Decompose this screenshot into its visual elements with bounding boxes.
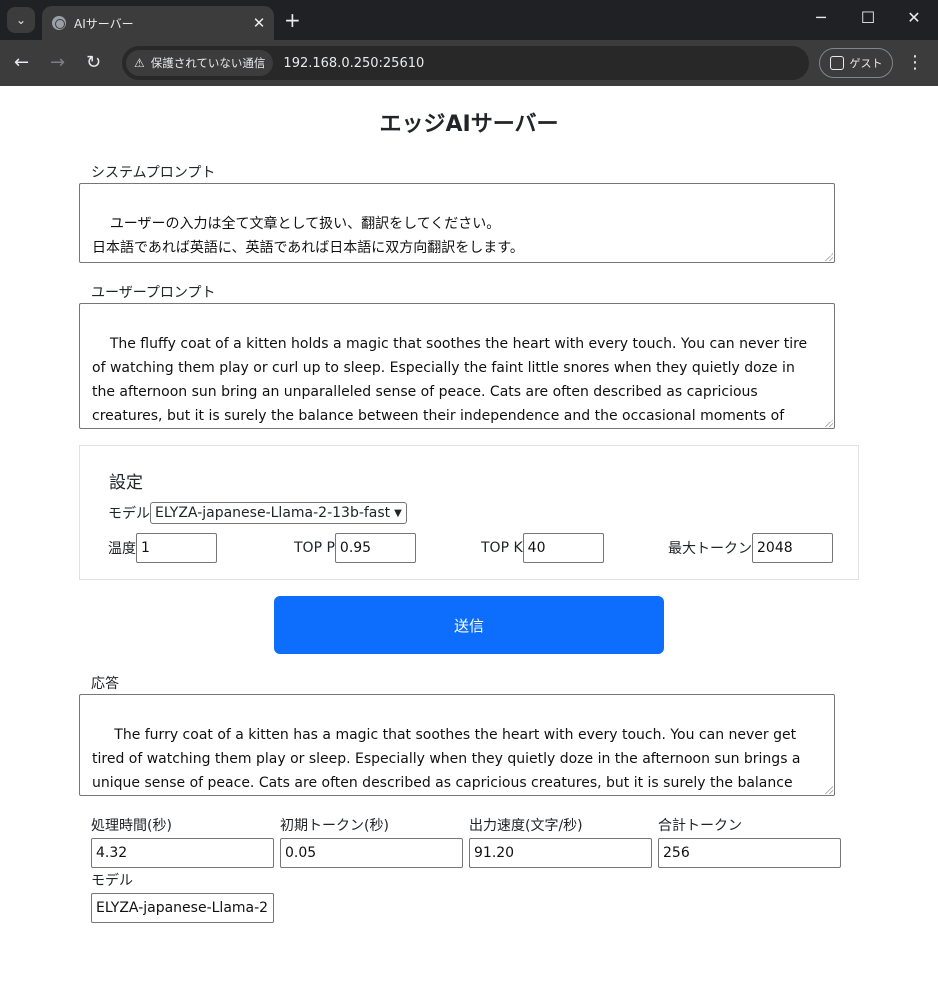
person-icon <box>829 56 844 70</box>
forward-arrow-icon[interactable]: → <box>50 52 65 73</box>
close-window-button[interactable]: ✕ <box>891 8 937 27</box>
max-tokens-input[interactable]: 2048 <box>752 533 833 563</box>
resize-handle-icon[interactable] <box>825 253 833 261</box>
max-tokens-label: 最大トークン <box>668 541 752 557</box>
output-speed-input[interactable]: 91.20 <box>469 838 652 868</box>
user-prompt-textarea[interactable]: The fluffy coat of a kitten holds a magi… <box>79 303 835 429</box>
model-stat-label: モデル <box>91 873 133 889</box>
chevron-down-icon: ▼ <box>394 507 402 519</box>
response-textarea[interactable]: The furry coat of a kitten has a magic t… <box>79 694 835 796</box>
security-label: 保護されていない通信 <box>150 56 266 70</box>
user-prompt-label: ユーザープロンプト <box>91 285 216 301</box>
page-title: エッジAIサーバー <box>379 112 559 137</box>
guest-label: ゲスト <box>849 57 883 70</box>
top-p-label: TOP P <box>294 540 335 556</box>
temperature-input[interactable]: 1 <box>136 533 217 563</box>
security-chip[interactable]: ⚠ 保護されていない通信 <box>126 50 274 76</box>
initial-token-stat: 初期トークン(秒) 0.05 <box>280 815 463 868</box>
tab-search-button[interactable]: ⌄ <box>7 7 35 33</box>
model-field: モデル ELYZA-japanese-Llama-2-13b-fast ▼ <box>108 502 407 524</box>
page-content: エッジAIサーバー システムプロンプト ユーザーの入力は全て文章として扱い、翻訳… <box>0 86 938 1000</box>
guest-profile-button[interactable]: ゲスト <box>819 48 893 78</box>
model-stat: モデル ELYZA-japanese-Llama-2 <box>91 870 274 923</box>
resize-handle-icon[interactable] <box>825 419 833 427</box>
processing-time-label: 処理時間(秒) <box>91 818 172 834</box>
tab-bar: ⌄ AIサーバー ✕ + ─ ☐ ✕ <box>0 0 938 40</box>
max-tokens-field: 最大トークン 2048 <box>668 533 833 563</box>
reload-icon[interactable]: ↻ <box>86 52 101 73</box>
globe-icon <box>52 16 66 30</box>
url-text[interactable]: 192.168.0.250:25610 <box>283 56 424 71</box>
resize-handle-icon[interactable] <box>825 786 833 794</box>
tab-title: AIサーバー <box>74 16 134 31</box>
new-tab-button[interactable]: + <box>284 8 301 32</box>
model-select-value: ELYZA-japanese-Llama-2-13b-fast <box>155 505 391 521</box>
total-tokens-label: 合計トークン <box>658 818 742 834</box>
top-p-input[interactable]: 0.95 <box>334 533 416 563</box>
model-stat-input[interactable]: ELYZA-japanese-Llama-2 <box>91 893 274 923</box>
chevron-down-icon: ⌄ <box>15 13 27 27</box>
output-speed-stat: 出力速度(文字/秒) 91.20 <box>469 815 652 868</box>
processing-time-input[interactable]: 4.32 <box>91 838 274 868</box>
maximize-button[interactable]: ☐ <box>845 8 891 27</box>
response-label: 応答 <box>91 676 119 692</box>
minimize-button[interactable]: ─ <box>798 8 844 27</box>
top-k-field: TOP K 40 <box>481 533 604 563</box>
model-select[interactable]: ELYZA-japanese-Llama-2-13b-fast ▼ <box>150 502 407 524</box>
warning-icon: ⚠ <box>134 56 145 70</box>
user-prompt-text: The fluffy coat of a kitten holds a magi… <box>92 336 808 424</box>
temperature-label: 温度 <box>108 541 136 557</box>
browser-tab[interactable]: AIサーバー ✕ <box>42 6 274 40</box>
model-label: モデル <box>108 506 150 522</box>
send-button[interactable]: 送信 <box>274 596 664 654</box>
initial-token-input[interactable]: 0.05 <box>280 838 463 868</box>
total-tokens-stat: 合計トークン 256 <box>658 815 841 868</box>
system-prompt-label: システムプロンプト <box>91 165 216 181</box>
address-bar[interactable]: ⚠ 保護されていない通信 192.168.0.250:25610 <box>122 46 809 80</box>
system-prompt-text: ユーザーの入力は全て文章として扱い、翻訳をしてください。 日本語であれば英語に、… <box>92 216 524 256</box>
top-k-label: TOP K <box>481 540 523 556</box>
more-menu-icon[interactable]: ⋮ <box>906 52 924 73</box>
top-k-input[interactable]: 40 <box>522 533 604 563</box>
settings-panel: 設定 モデル ELYZA-japanese-Llama-2-13b-fast ▼… <box>79 445 859 580</box>
settings-title: 設定 <box>109 473 143 493</box>
initial-token-label: 初期トークン(秒) <box>280 818 389 834</box>
top-p-field: TOP P 0.95 <box>294 533 416 563</box>
browser-toolbar: ← → ↻ ⚠ 保護されていない通信 192.168.0.250:25610 ゲ… <box>0 40 938 86</box>
close-tab-icon[interactable]: ✕ <box>248 14 270 32</box>
processing-time-stat: 処理時間(秒) 4.32 <box>91 815 274 868</box>
back-arrow-icon[interactable]: ← <box>14 52 29 73</box>
output-speed-label: 出力速度(文字/秒) <box>469 818 583 834</box>
system-prompt-textarea[interactable]: ユーザーの入力は全て文章として扱い、翻訳をしてください。 日本語であれば英語に、… <box>79 183 835 263</box>
total-tokens-input[interactable]: 256 <box>658 838 841 868</box>
response-text: The furry coat of a kitten has a magic t… <box>92 727 801 791</box>
temperature-field: 温度 1 <box>108 533 217 563</box>
